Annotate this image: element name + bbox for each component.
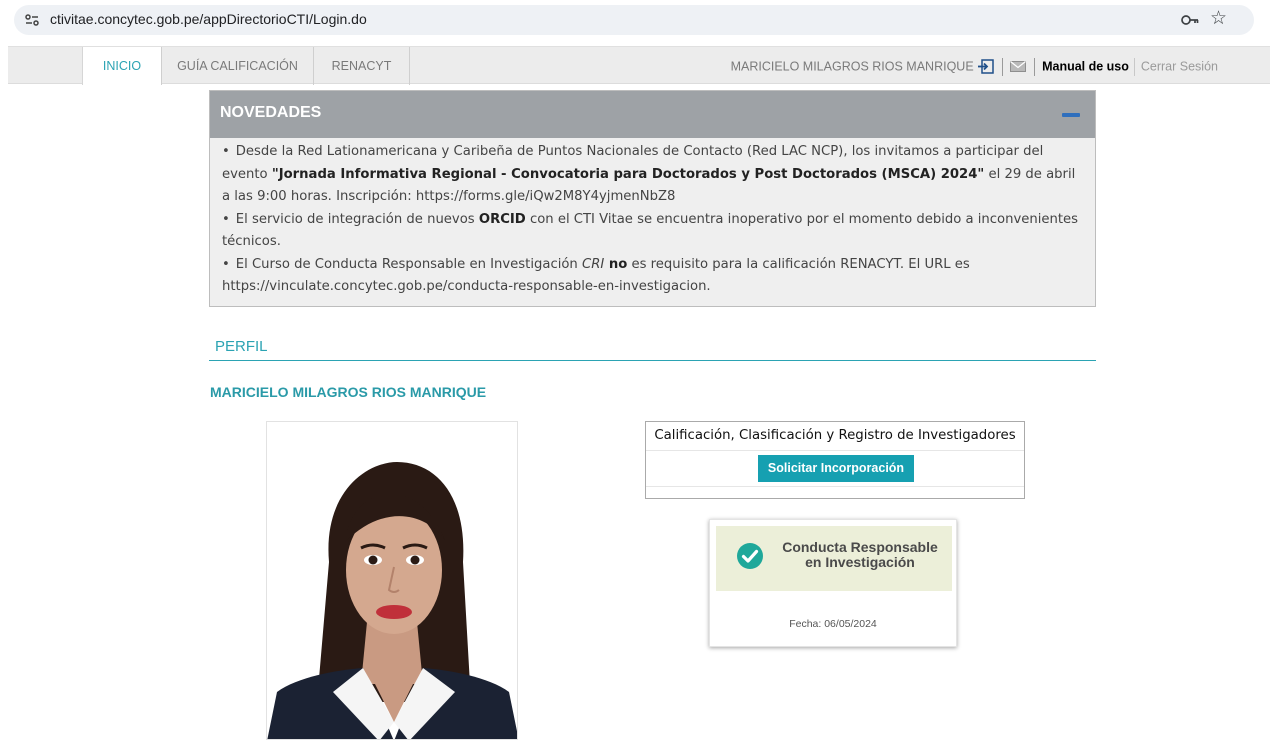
top-navigation: INICIO GUÍA CALIFICACIÓN RENACYT MARICIE… — [8, 46, 1270, 85]
badge-date: Fecha: 06/05/2024 — [789, 618, 877, 630]
news-item: • Desde la Red Lationamericana y Caribeña… — [222, 144, 1076, 204]
news-item: • El servicio de integración de nuevos OR… — [222, 211, 1079, 250]
solicitar-incorporacion-button[interactable]: Solicitar Incorporación — [758, 455, 914, 482]
user-menu: MARICIELO MILAGROS RIOS MANRIQUE Manual … — [731, 47, 1218, 85]
bookmark-star-icon[interactable]: ☆ — [1210, 7, 1227, 29]
logout-link[interactable]: Cerrar Sesión — [1141, 60, 1218, 74]
perfil-title: PERFIL — [215, 338, 268, 355]
manual-link[interactable]: Manual de uso — [1042, 60, 1129, 74]
divider — [1033, 57, 1035, 76]
browser-address-bar: ctivitae.concytec.gob.pe/appDirectorioCT… — [0, 0, 1278, 38]
tab-renacyt[interactable]: RENACYT — [314, 47, 410, 85]
novedades-list: • Desde la Red Lationamericana y Caribeña… — [210, 138, 1095, 299]
portrait-image — [267, 422, 517, 739]
cri-badge: Conducta Responsable en Investigación — [716, 526, 952, 591]
profile-photo — [266, 421, 518, 740]
cri-badge-card[interactable]: Conducta Responsable en Investigación Fe… — [709, 519, 957, 647]
url-text[interactable]: ctivitae.concytec.gob.pe/appDirectorioCT… — [50, 11, 367, 27]
calificacion-title: Calificación, Clasificación y Registro d… — [654, 428, 1016, 443]
tab-guia-calificacion[interactable]: GUÍA CALIFICACIÓN — [162, 47, 314, 85]
calificacion-box: Calificación, Clasificación y Registro d… — [645, 421, 1025, 499]
envelope-icon[interactable] — [1010, 61, 1027, 73]
novedades-header[interactable]: NOVEDADES — [210, 91, 1095, 138]
sign-in-icon[interactable] — [977, 59, 994, 74]
news-item: • El Curso de Conducta Responsable en Inv… — [222, 256, 970, 295]
password-key-icon[interactable] — [1180, 12, 1200, 28]
check-circle-icon — [737, 543, 763, 569]
divider — [646, 450, 1024, 451]
divider — [1001, 57, 1003, 76]
minus-icon[interactable] — [1062, 113, 1080, 117]
url-field[interactable]: ctivitae.concytec.gob.pe/appDirectorioCT… — [14, 5, 1254, 35]
perfil-section-header: PERFIL — [209, 337, 1096, 361]
profile-name: MARICIELO MILAGROS RIOS MANRIQUE — [210, 384, 487, 400]
user-name: MARICIELO MILAGROS RIOS MANRIQUE — [730, 59, 974, 74]
novedades-panel: NOVEDADES • Desde la Red Lationamericana … — [209, 90, 1096, 307]
cri-badge-text: Conducta Responsable en Investigación — [782, 539, 938, 570]
tab-inicio[interactable]: INICIO — [82, 47, 162, 85]
tune-icon[interactable] — [24, 12, 40, 28]
novedades-title: NOVEDADES — [220, 104, 322, 121]
divider — [1134, 57, 1136, 76]
divider — [646, 486, 1024, 487]
